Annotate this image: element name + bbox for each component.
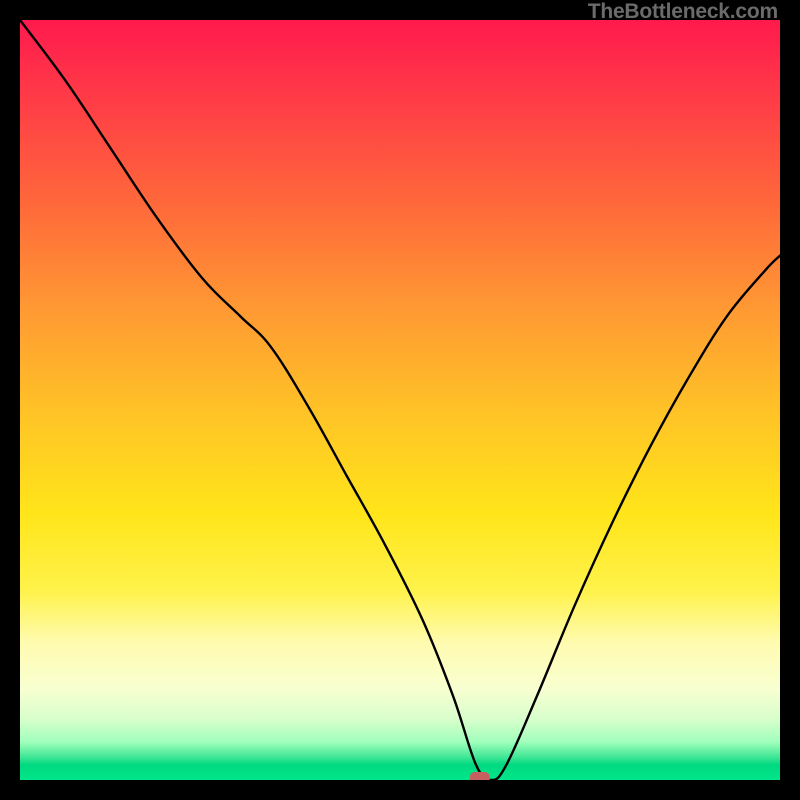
bottleneck-curve [20, 20, 780, 780]
watermark: TheBottleneck.com [588, 0, 778, 24]
curve-layer [20, 20, 780, 780]
optimum-marker [470, 772, 490, 780]
plot-area [20, 20, 780, 780]
